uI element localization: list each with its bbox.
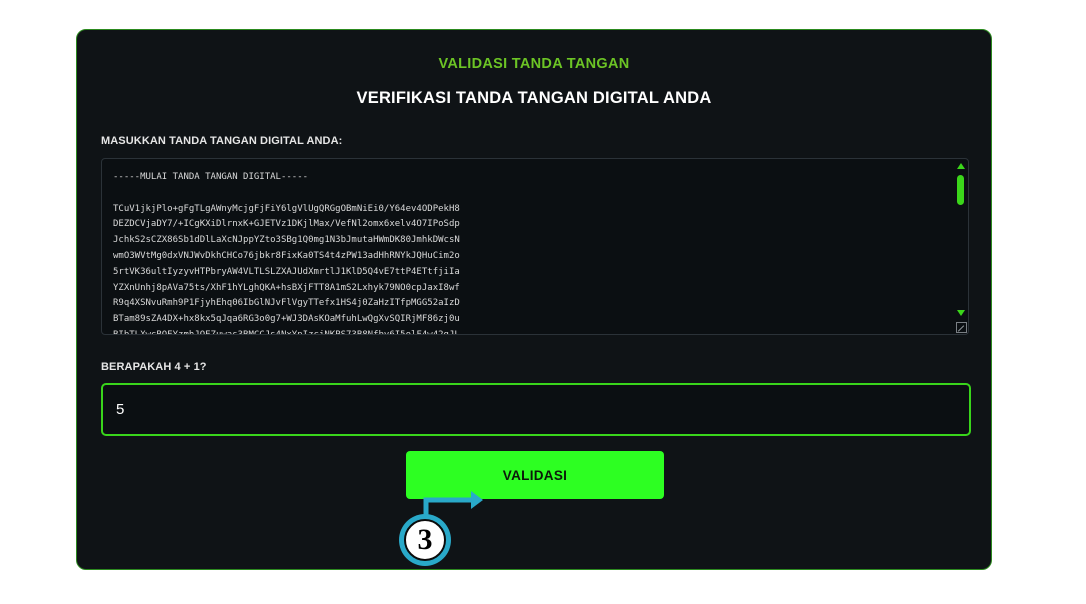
scrollbar-thumb[interactable]	[957, 175, 964, 205]
page-title: VERIFIKASI TANDA TANGAN DIGITAL ANDA	[356, 89, 712, 107]
captcha-question-label: BERAPAKAH 4 + 1?	[101, 361, 207, 373]
signature-text: -----MULAI TANDA TANGAN DIGITAL----- TCu…	[113, 172, 460, 335]
step-number: 3	[404, 519, 446, 561]
chevron-down-icon[interactable]	[957, 310, 965, 316]
signature-scrollbar[interactable]	[954, 159, 968, 319]
signature-validation-card: VALIDASI TANDA TANGAN VERIFIKASI TANDA T…	[76, 29, 992, 570]
signature-textarea[interactable]: -----MULAI TANDA TANGAN DIGITAL----- TCu…	[101, 158, 969, 335]
signature-field-label: MASUKKAN TANDA TANGAN DIGITAL ANDA:	[101, 135, 343, 147]
step-number-badge: 3	[399, 514, 451, 566]
resize-handle-icon[interactable]	[956, 322, 967, 333]
section-eyebrow: VALIDASI TANDA TANGAN	[438, 56, 630, 72]
captcha-answer-input[interactable]	[101, 383, 971, 436]
chevron-up-icon[interactable]	[957, 163, 965, 169]
